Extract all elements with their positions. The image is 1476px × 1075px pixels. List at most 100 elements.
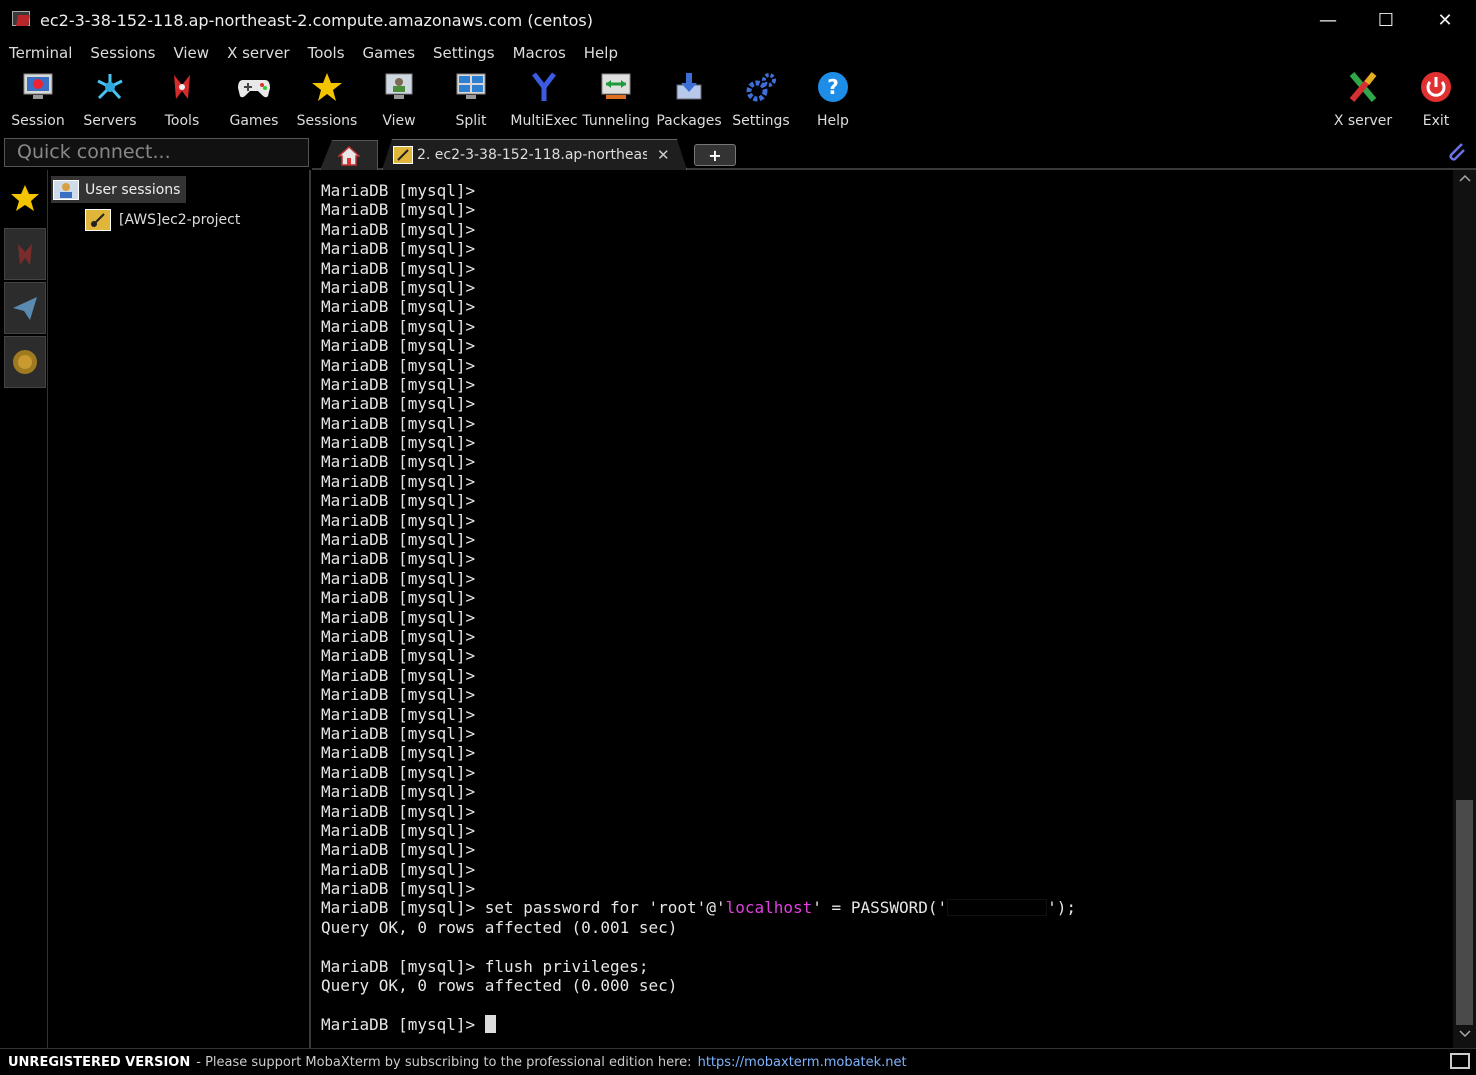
terminal-prompt-line: MariaDB [mysql]> xyxy=(321,219,476,239)
terminal-prompt-line: MariaDB [mysql]> xyxy=(321,336,476,356)
maximize-button[interactable]: ☐ xyxy=(1357,0,1415,40)
quick-connect-input[interactable]: Quick connect... xyxy=(4,138,309,167)
cmd1-host: localhost xyxy=(725,898,813,918)
split-icon xyxy=(454,70,488,104)
multiexec-icon xyxy=(527,70,561,104)
terminal-lines: MariaDB [mysql]> MariaDB [mysql]> MariaDB … xyxy=(313,181,1076,1034)
key-icon xyxy=(393,146,413,164)
terminal-prompt-line: MariaDB [mysql]> xyxy=(321,568,476,588)
terminal-line-final-prompt: MariaDB [mysql]> xyxy=(313,1014,1076,1034)
tools-button[interactable]: Tools xyxy=(146,68,218,130)
tree-item-aws-ec2-project[interactable]: [AWS]ec2-project xyxy=(85,208,240,232)
menu-sessions[interactable]: Sessions xyxy=(81,44,164,62)
help-label: Help xyxy=(817,113,849,129)
title-bar: ec2-3-38-152-118.ap-northeast-2.compute.… xyxy=(0,0,1476,40)
split-button[interactable]: Split xyxy=(435,68,507,130)
terminal-prompt-line: MariaDB [mysql]> xyxy=(321,762,476,782)
view-icon xyxy=(382,70,416,104)
scroll-up-arrow-icon[interactable] xyxy=(1453,172,1476,192)
close-button[interactable]: ✕ xyxy=(1416,0,1474,40)
terminal-scrollbar[interactable] xyxy=(1453,170,1476,1048)
view-button[interactable]: View xyxy=(363,68,435,130)
menu-settings[interactable]: Settings xyxy=(424,44,504,62)
packages-icon xyxy=(672,70,706,104)
terminal-prompt-line: MariaDB [mysql]> xyxy=(321,607,476,627)
key-icon xyxy=(85,209,111,231)
terminal-prompt-line: MariaDB [mysql]> xyxy=(321,181,476,200)
games-button[interactable]: Games xyxy=(218,68,290,130)
terminal-prompt-line: MariaDB [mysql]> xyxy=(321,471,476,491)
sessions-button[interactable]: Sessions xyxy=(291,68,363,130)
exit-button[interactable]: Exit xyxy=(1400,68,1472,130)
games-label: Games xyxy=(229,113,279,129)
menu-x-server[interactable]: X server xyxy=(218,44,299,62)
servers-button[interactable]: Servers xyxy=(74,68,146,130)
scrollbar-thumb[interactable] xyxy=(1456,800,1473,1025)
terminal-prompt-line: MariaDB [mysql]> xyxy=(321,820,476,840)
help-icon: ? xyxy=(816,70,850,104)
menu-tools[interactable]: Tools xyxy=(299,44,354,62)
terminal-prompt-line: MariaDB [mysql]> xyxy=(321,355,476,375)
minimize-button[interactable]: — xyxy=(1299,0,1357,40)
terminal-prompt-line: MariaDB [mysql]> xyxy=(321,530,476,550)
cmd1-mid: ' = PASSWORD(' xyxy=(812,898,948,918)
terminal-prompt-line: MariaDB [mysql]> xyxy=(321,200,476,220)
star-icon xyxy=(11,185,39,211)
terminal-prompt-line: MariaDB [mysql]> xyxy=(321,704,476,724)
sidebar-sessions-star[interactable] xyxy=(4,172,46,224)
sidebar-macros-button[interactable] xyxy=(4,336,46,388)
menu-bar: Terminal Sessions View X server Tools Ga… xyxy=(0,40,1476,66)
menu-games[interactable]: Games xyxy=(354,44,424,62)
mobatek-link[interactable]: https://mobaxterm.mobatek.net xyxy=(698,1055,907,1070)
terminal-prompt-line: MariaDB [mysql]> xyxy=(321,394,476,414)
terminal-output[interactable]: MariaDB [mysql]> MariaDB [mysql]> MariaDB … xyxy=(313,170,1453,1048)
menu-macros[interactable]: Macros xyxy=(504,44,575,62)
terminal-prompt-line: MariaDB [mysql]> xyxy=(321,879,476,899)
paper-plane-icon xyxy=(13,297,37,320)
new-tab-button[interactable]: + xyxy=(694,144,736,166)
multiexec-button[interactable]: MultiExec xyxy=(508,68,580,130)
tools-icon xyxy=(18,244,32,265)
tree-user-sessions[interactable]: User sessions xyxy=(51,176,187,203)
svg-text:?: ? xyxy=(827,75,839,99)
tab-session-2[interactable]: 2. ec2-3-38-152-118.ap-northeast-2 ✕ xyxy=(382,139,687,170)
terminal-prompt-line: MariaDB [mysql]> xyxy=(321,277,476,297)
settings-button[interactable]: Settings xyxy=(725,68,797,130)
session-button[interactable]: Session xyxy=(2,68,74,130)
help-button[interactable]: ? Help xyxy=(797,68,869,130)
user-icon xyxy=(53,179,79,200)
terminal-prompt-line: MariaDB [mysql]> xyxy=(321,685,476,705)
terminal-prompt-line: MariaDB [mysql]> xyxy=(321,801,476,821)
terminal-prompt-line: MariaDB [mysql]> xyxy=(321,491,476,511)
menu-terminal[interactable]: Terminal xyxy=(0,44,81,62)
tab-close-button[interactable]: ✕ xyxy=(657,146,670,164)
tools-icon xyxy=(165,70,199,104)
menu-help[interactable]: Help xyxy=(575,44,627,62)
multiexec-label: MultiExec xyxy=(510,113,578,129)
scroll-down-arrow-icon[interactable] xyxy=(1453,1028,1476,1048)
menu-view[interactable]: View xyxy=(164,44,218,62)
terminal-prompt-line: MariaDB [mysql]> xyxy=(321,433,476,453)
terminal-prompt-line: MariaDB [mysql]> xyxy=(321,316,476,336)
terminal-prompt-line: MariaDB [mysql]> xyxy=(321,840,476,860)
x-server-button[interactable]: X server xyxy=(1327,68,1399,130)
paperclip-icon[interactable] xyxy=(1444,140,1466,168)
terminal-line-set-password: MariaDB [mysql]> set password for 'root'… xyxy=(313,898,1076,917)
power-icon xyxy=(1419,70,1453,104)
terminal-prompt-line: MariaDB [mysql]> xyxy=(321,723,476,743)
tab-home[interactable] xyxy=(320,140,378,170)
packages-label: Packages xyxy=(656,113,722,129)
sidebar-sftp-button[interactable] xyxy=(4,282,46,334)
tunneling-button[interactable]: Tunneling xyxy=(580,68,652,130)
tab-bar: 2. ec2-3-38-152-118.ap-northeast-2 ✕ + xyxy=(312,136,1476,170)
sessions-panel: User sessions [AWS]ec2-project xyxy=(49,170,311,1048)
packages-button[interactable]: Packages xyxy=(653,68,725,130)
window-title: ec2-3-38-152-118.ap-northeast-2.compute.… xyxy=(40,10,593,30)
servers-label: Servers xyxy=(83,113,137,129)
status-bar: UNREGISTERED VERSION - Please support Mo… xyxy=(0,1048,1476,1075)
terminal-prompt-line: MariaDB [mysql]> xyxy=(321,374,476,394)
sidebar-tools-button[interactable] xyxy=(4,228,46,280)
terminal-prompt-line: MariaDB [mysql]> xyxy=(321,743,476,763)
monitor-icon[interactable] xyxy=(1450,1053,1470,1069)
